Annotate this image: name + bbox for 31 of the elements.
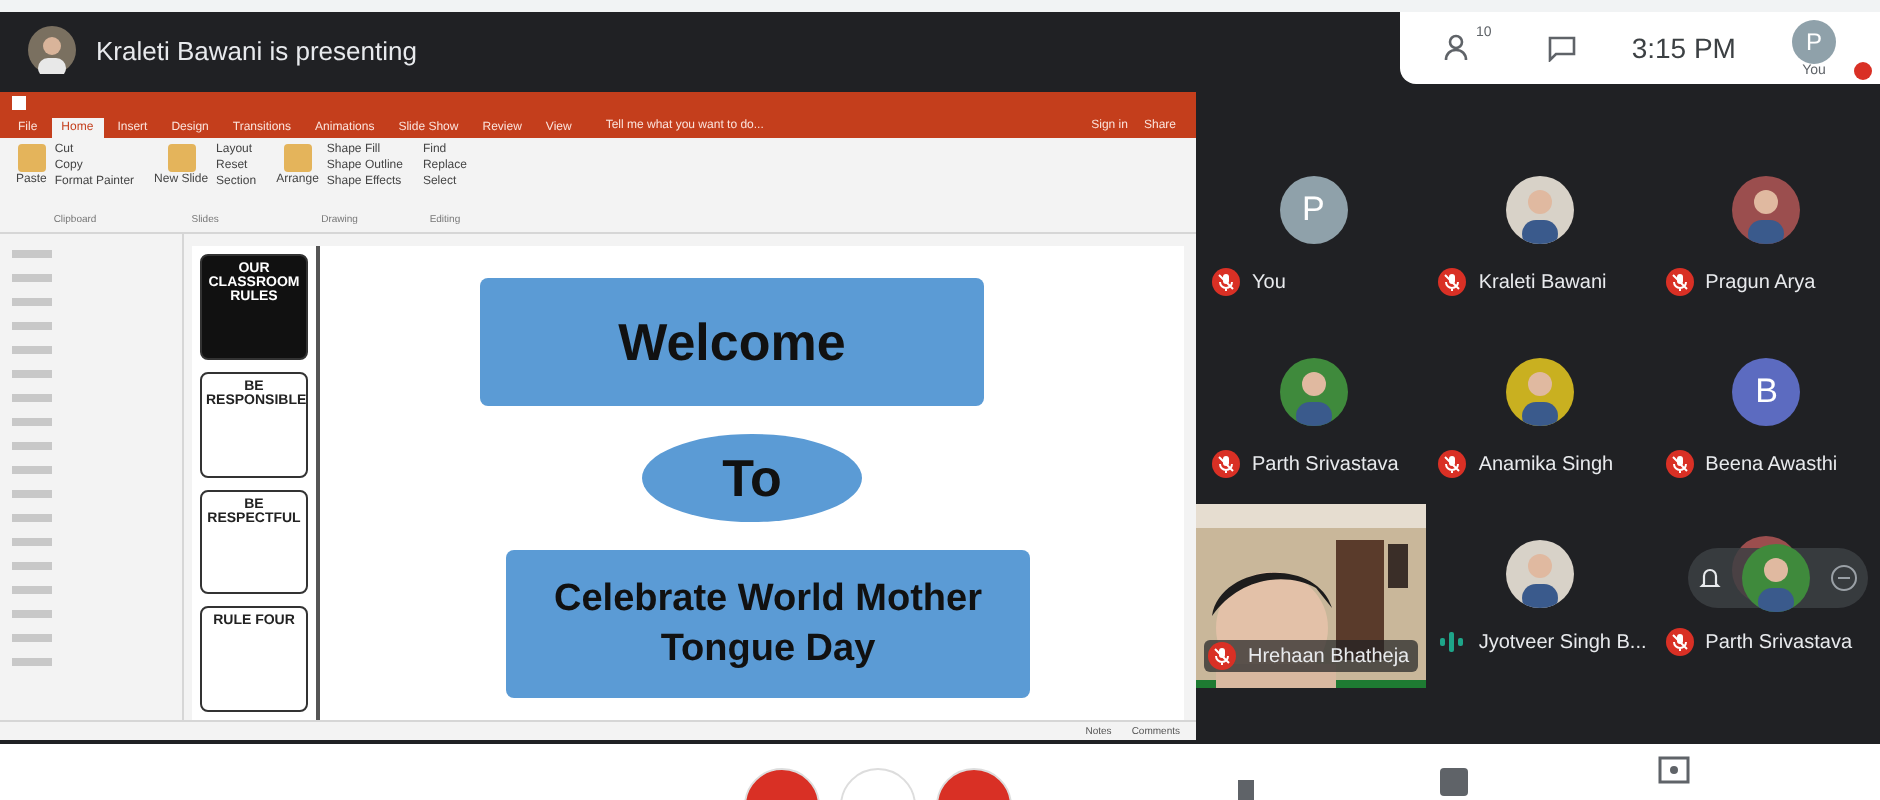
muted-mic-icon: [1665, 268, 1694, 296]
muted-mic-icon: [1212, 268, 1240, 296]
muted-mic-icon: [1438, 450, 1467, 478]
audio-level-icon: [1438, 632, 1467, 652]
clock-time: 3:15 PM: [1631, 32, 1736, 64]
minus-icon[interactable]: [1830, 564, 1858, 592]
bell-icon[interactable]: [1698, 566, 1722, 590]
welcome-banner: Welcome: [480, 278, 984, 406]
to-oval: To: [642, 434, 862, 522]
participant-name: Pragun Arya: [1705, 271, 1816, 293]
participant-name: Beena Awasthi: [1705, 453, 1838, 475]
participant-name: Anamika Singh: [1478, 453, 1614, 475]
muted-mic-icon: [1665, 450, 1694, 478]
presenting-label: Kraleti Bawani is presenting: [96, 35, 417, 65]
participant-name: Kraleti Bawani: [1478, 271, 1607, 293]
title-banner: Celebrate World Mother Tongue Day: [506, 550, 1030, 698]
chat-icon[interactable]: [1547, 35, 1576, 61]
muted-mic-icon: [1212, 450, 1240, 478]
participant-name: Parth Srivastava: [1705, 631, 1853, 653]
participant-name: Jyotveer Singh B...: [1478, 631, 1647, 653]
avatar-initial: B: [1732, 358, 1801, 426]
participant-name: Parth Srivastava: [1252, 453, 1399, 475]
notification-dot: [1854, 62, 1872, 80]
presenter-avatar: [28, 26, 76, 74]
avatar-initial: P: [1279, 176, 1348, 244]
muted-mic-icon: [1208, 642, 1236, 670]
participant-name: Hrehaan Bhatheja: [1248, 645, 1410, 667]
muted-mic-icon: [1438, 268, 1467, 296]
participant-name: You: [1252, 271, 1286, 293]
present-icon[interactable]: [1658, 756, 1690, 784]
muted-mic-icon: [1665, 628, 1694, 656]
